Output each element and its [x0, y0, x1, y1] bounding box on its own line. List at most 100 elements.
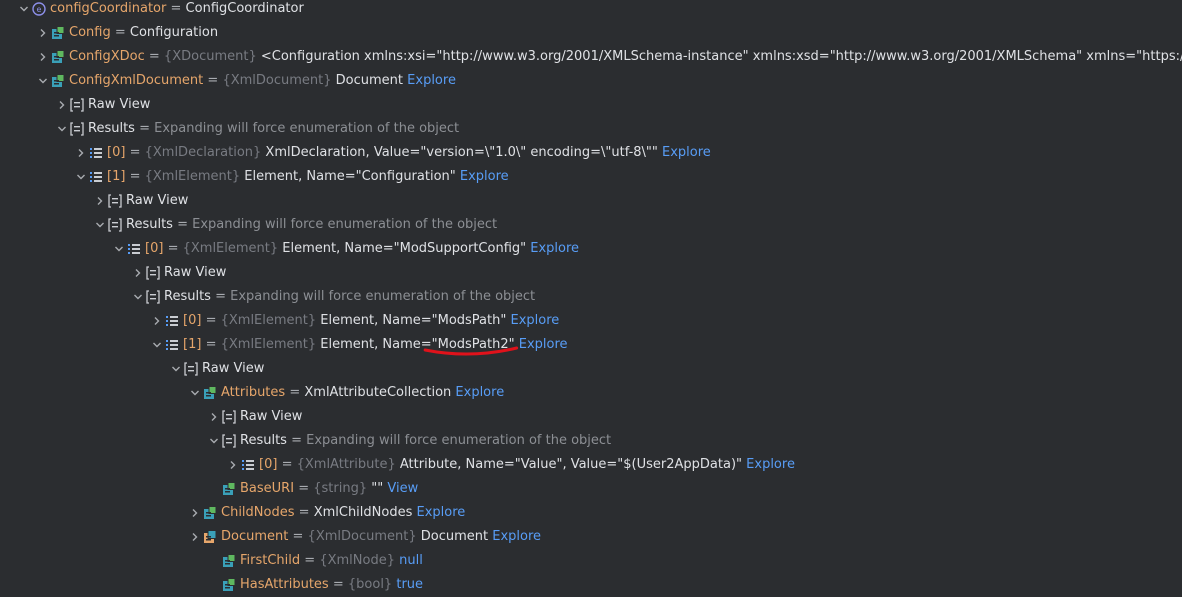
explore-link[interactable]: View: [387, 481, 418, 496]
chevron-right-icon[interactable]: [73, 141, 89, 165]
tree-row[interactable]: [0] = {XmlElement} Element, Name="ModSup…: [0, 237, 1182, 261]
node-name: Results: [164, 289, 211, 304]
tree-row[interactable]: HasAttributes = {bool} true: [0, 573, 1182, 597]
node-value: Attribute, Name="Value", Value="$(User2A…: [399, 457, 743, 472]
equals-sign: =: [304, 553, 316, 568]
tree-row[interactable]: [1] = {XmlElement} Element, Name="ModsPa…: [0, 333, 1182, 357]
tree-row[interactable]: [0] = {XmlDeclaration} XmlDeclaration, V…: [0, 141, 1182, 165]
tree-row[interactable]: Results = Expanding will force enumerati…: [0, 429, 1182, 453]
object-icon: e: [32, 1, 46, 16]
tree-row[interactable]: Attributes = XmlAttributeCollection Expl…: [0, 381, 1182, 405]
field-icon: [51, 73, 65, 87]
node-type: {XmlDocument}: [222, 73, 332, 88]
list-item-icon: [89, 145, 103, 159]
leaf-spacer: [206, 549, 222, 573]
chevron-down-icon[interactable]: [168, 357, 184, 381]
chevron-right-icon[interactable]: [92, 189, 108, 213]
node-name: [1]: [183, 337, 202, 352]
explore-link[interactable]: Explore: [417, 505, 466, 520]
node-value: Element, Name="ModsPath": [320, 313, 507, 328]
tree-row[interactable]: FirstChild = {XmlNode} null: [0, 549, 1182, 573]
node-name: ConfigXDoc: [69, 49, 145, 64]
explore-link[interactable]: Explore: [519, 337, 568, 352]
node-name: Attributes: [221, 385, 286, 400]
chevron-right-icon[interactable]: [187, 525, 203, 549]
tree-row[interactable]: [0] = {XmlElement} Element, Name="ModsPa…: [0, 309, 1182, 333]
tree-row[interactable]: Raw View: [0, 261, 1182, 285]
tree-row[interactable]: Results = Expanding will force enumerati…: [0, 213, 1182, 237]
chevron-down-icon[interactable]: [54, 117, 70, 141]
node-type: {XmlElement}: [182, 241, 279, 256]
node-type: {XDocument}: [163, 49, 257, 64]
tree-row[interactable]: Config = Configuration: [0, 21, 1182, 45]
node-value: XmlDeclaration, Value="version=\"1.0\" e…: [265, 145, 658, 160]
field-icon: [51, 49, 65, 63]
node-type: {XmlDocument}: [307, 529, 417, 544]
tree-row[interactable]: Results = Expanding will force enumerati…: [0, 285, 1182, 309]
chevron-down-icon[interactable]: [206, 429, 222, 453]
chevron-right-icon[interactable]: [206, 405, 222, 429]
equals-sign: =: [114, 25, 126, 40]
tree-row[interactable]: ConfigXDoc = {XDocument} <Configuration …: [0, 45, 1182, 69]
svg-text:e: e: [37, 5, 42, 14]
chevron-right-icon[interactable]: [149, 309, 165, 333]
equals-sign: =: [205, 337, 217, 352]
explore-link[interactable]: Explore: [492, 529, 541, 544]
tree-row[interactable]: BaseURI = {string} "" View: [0, 477, 1182, 501]
equals-sign: =: [215, 289, 226, 304]
tree-row[interactable]: Raw View: [0, 93, 1182, 117]
equals-sign: =: [298, 505, 310, 520]
raw-view-icon: [146, 289, 160, 304]
explore-link[interactable]: Explore: [746, 457, 795, 472]
explore-link[interactable]: Explore: [407, 73, 456, 88]
equals-sign: =: [177, 217, 188, 232]
node-value: ConfigCoordinator: [185, 1, 304, 16]
explore-link[interactable]: Explore: [460, 169, 509, 184]
explore-link[interactable]: Explore: [530, 241, 579, 256]
tree-row[interactable]: ChildNodes = XmlChildNodes Explore: [0, 501, 1182, 525]
equals-sign: =: [139, 121, 150, 136]
enumeration-hint: Expanding will force enumeration of the …: [230, 289, 536, 304]
node-name: configCoordinator: [50, 1, 167, 16]
explore-link[interactable]: Explore: [510, 313, 559, 328]
node-name: HasAttributes: [240, 577, 329, 592]
node-value: true: [396, 577, 424, 592]
explore-link[interactable]: Explore: [455, 385, 504, 400]
raw-view-icon: [70, 97, 84, 112]
chevron-down-icon[interactable]: [149, 333, 165, 357]
chevron-down-icon[interactable]: [111, 237, 127, 261]
equals-sign: =: [129, 145, 141, 160]
raw-view-icon: [222, 409, 236, 424]
node-type: {XmlElement}: [220, 313, 317, 328]
tree-row[interactable]: [1] = {XmlElement} Element, Name="Config…: [0, 165, 1182, 189]
tree-row[interactable]: [0] = {XmlAttribute} Attribute, Name="Va…: [0, 453, 1182, 477]
chevron-right-icon[interactable]: [130, 261, 146, 285]
chevron-right-icon[interactable]: [35, 21, 51, 45]
chevron-down-icon[interactable]: [187, 381, 203, 405]
explore-link[interactable]: Explore: [662, 145, 711, 160]
node-type: {string}: [313, 481, 368, 496]
chevron-right-icon[interactable]: [54, 93, 70, 117]
chevron-down-icon[interactable]: [92, 213, 108, 237]
field-icon: [222, 553, 236, 567]
tree-row[interactable]: Raw View: [0, 189, 1182, 213]
chevron-right-icon[interactable]: [187, 501, 203, 525]
tree-row[interactable]: Document = {XmlDocument} Document Explor…: [0, 525, 1182, 549]
list-item-icon: [165, 313, 179, 327]
tree-row[interactable]: Raw View: [0, 357, 1182, 381]
tree-row[interactable]: ConfigXmlDocument = {XmlDocument} Docume…: [0, 69, 1182, 93]
equals-sign: =: [292, 529, 304, 544]
chevron-down-icon[interactable]: [73, 165, 89, 189]
tree-row[interactable]: e configCoordinator = ConfigCoordinator: [0, 0, 1182, 21]
tree-row[interactable]: Results = Expanding will force enumerati…: [0, 117, 1182, 141]
chevron-down-icon[interactable]: [130, 285, 146, 309]
chevron-down-icon[interactable]: [35, 69, 51, 93]
chevron-down-icon[interactable]: [16, 0, 32, 21]
node-name: Raw View: [240, 409, 303, 424]
chevron-right-icon[interactable]: [225, 453, 241, 477]
node-name: Raw View: [202, 361, 265, 376]
tree-row[interactable]: Raw View: [0, 405, 1182, 429]
node-value: <Configuration xmlns:xsi="http://www.w3.…: [260, 49, 1182, 64]
equals-sign: =: [205, 313, 217, 328]
chevron-right-icon[interactable]: [35, 45, 51, 69]
